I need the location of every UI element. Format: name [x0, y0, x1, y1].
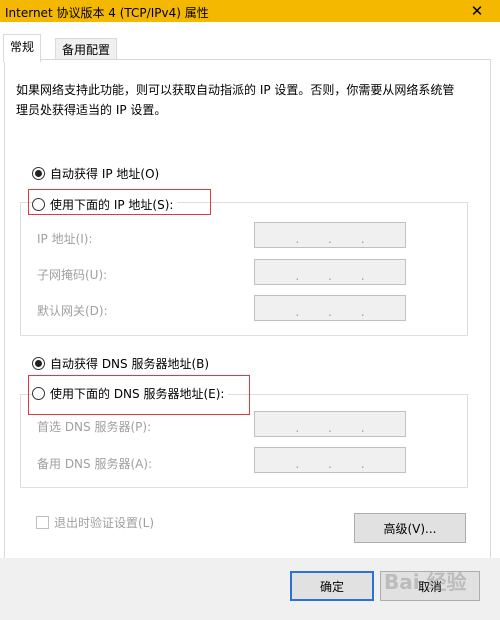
- ip-dot: .: [328, 305, 332, 319]
- alternate-dns-input[interactable]: . . .: [254, 447, 406, 473]
- radio-auto-ip-indicator: [32, 167, 45, 180]
- preferred-dns-label: 首选 DNS 服务器(P):: [37, 420, 152, 434]
- ip-dot: .: [360, 305, 365, 319]
- radio-auto-dns-indicator: [32, 357, 45, 370]
- ip-dot: .: [360, 232, 365, 246]
- radio-auto-dns[interactable]: 自动获得 DNS 服务器地址(B): [32, 355, 209, 372]
- ip-dot: .: [360, 421, 365, 435]
- ip-dot: .: [328, 269, 332, 283]
- radio-auto-ip[interactable]: 自动获得 IP 地址(O): [32, 165, 159, 182]
- tab-general[interactable]: 常规: [3, 34, 42, 62]
- ip-dot: .: [295, 232, 300, 246]
- ok-button[interactable]: 确定: [290, 571, 374, 601]
- ip-dot: .: [360, 269, 365, 283]
- ip-dot: .: [295, 457, 300, 471]
- default-gateway-label: 默认网关(D):: [37, 304, 108, 318]
- default-gateway-input[interactable]: . . .: [254, 295, 406, 321]
- description-text: 如果网络支持此功能，则可以获取自动指派的 IP 设置。否则，你需要从网络系统管理…: [16, 83, 455, 117]
- ip-dot: .: [360, 457, 365, 471]
- ip-dot: .: [295, 269, 300, 283]
- radio-auto-dns-label: 自动获得 DNS 服务器地址(B): [50, 357, 210, 371]
- tab-alternate-config[interactable]: 备用配置: [55, 38, 118, 61]
- validate-checkbox-box: [36, 516, 49, 529]
- highlight-box-dns: [28, 375, 250, 415]
- close-button[interactable]: ✕: [454, 0, 500, 22]
- ip-dot: .: [295, 305, 300, 319]
- advanced-button[interactable]: 高级(V)...: [354, 513, 466, 543]
- preferred-dns-input[interactable]: . . .: [254, 411, 406, 437]
- radio-auto-ip-label: 自动获得 IP 地址(O): [50, 167, 160, 181]
- ip-dot: .: [295, 421, 300, 435]
- ip-address-label: IP 地址(I):: [37, 232, 93, 246]
- tab-strip: 常规 备用配置: [0, 22, 500, 62]
- highlight-box-ip: [28, 189, 211, 215]
- watermark: Bai 经验: [384, 570, 467, 594]
- ip-dot: .: [328, 457, 332, 471]
- validate-on-exit-checkbox[interactable]: 退出时验证设置(L): [36, 514, 154, 531]
- ip-dot: .: [328, 232, 332, 246]
- ip-address-input[interactable]: . . .: [254, 222, 406, 248]
- subnet-mask-input[interactable]: . . .: [254, 259, 406, 285]
- close-icon: ✕: [470, 2, 484, 20]
- window-title: Internet 协议版本 4 (TCP/IPv4) 属性: [5, 6, 209, 20]
- ip-dot: .: [328, 421, 332, 435]
- subnet-mask-label: 子网掩码(U):: [37, 268, 108, 282]
- validate-checkbox-label: 退出时验证设置(L): [54, 516, 155, 530]
- title-bar: Internet 协议版本 4 (TCP/IPv4) 属性 ✕: [0, 0, 500, 22]
- alternate-dns-label: 备用 DNS 服务器(A):: [37, 457, 153, 471]
